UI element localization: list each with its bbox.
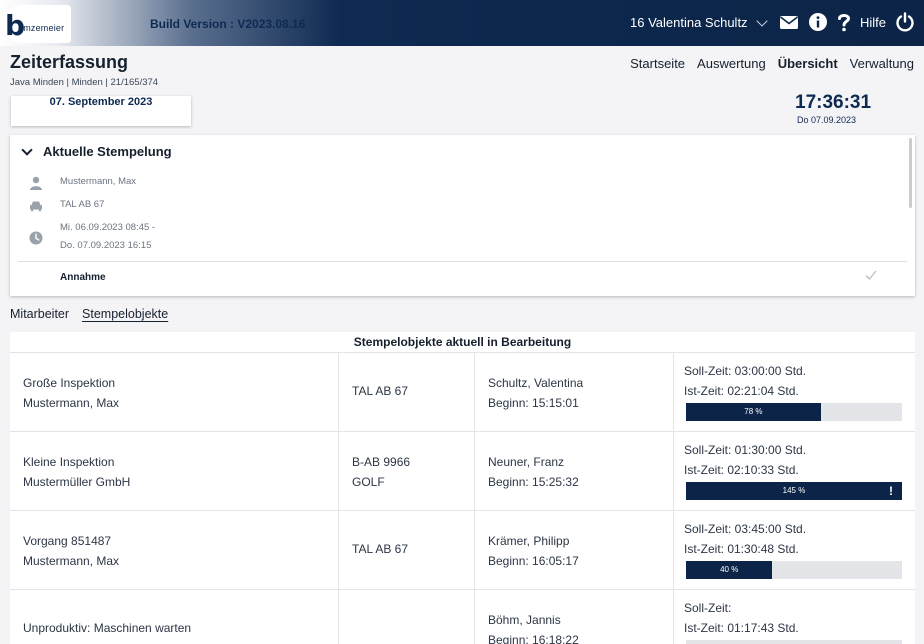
main-nav: Startseite Auswertung Übersicht Verwaltu… [630,56,914,71]
progress-bar: 145 % ! [686,482,902,500]
clock-date: Do 07.09.2023 [797,115,857,125]
info-icon[interactable] [808,12,828,32]
actual-time: Ist-Zeit: 02:10:33 Std. [684,463,799,477]
customer-name: Mustermüller GmbH [23,475,131,489]
actual-time: Ist-Zeit: 02:21:04 Std. [684,384,799,398]
date-picker[interactable]: 07. September 2023 [11,96,191,126]
user-name: 16 Valentina Schultz [630,15,748,30]
top-bar: b bmzemeier Build Version : V2023.08.16 … [0,0,924,46]
card-header[interactable]: Aktuelle Stempelung [20,143,172,159]
warning-icon: ! [889,484,893,498]
target-time: Soll-Zeit: 03:45:00 Std. [684,522,807,536]
chevron-down-icon [755,14,768,27]
page-title: Zeiterfassung [10,52,129,72]
tab-stempelobjekte[interactable]: Stempelobjekte [82,307,168,321]
tab-mitarbeiter[interactable]: Mitarbeiter [10,307,69,321]
time-cell: Soll-Zeit: 03:00:00 Std. Ist-Zeit: 02:21… [673,353,915,432]
progress-label: 145 % [782,486,806,495]
job-cell: Vorgang 851487 Mustermann, Max [10,511,338,590]
stamp-vehicle: TAL AB 67 [60,199,105,210]
table-title: Stempelobjekte aktuell in Bearbeitung [353,335,572,349]
current-stamp-card: Aktuelle Stempelung Mustermann, Max TAL … [10,135,915,296]
mail-icon[interactable] [779,12,799,32]
clock-time: 17:36:31 [795,92,872,113]
actual-time: Ist-Zeit: 01:30:48 Std. [684,542,799,556]
job-name: Unproduktiv: Maschinen warten [23,621,192,635]
help-icon[interactable] [834,12,854,32]
stamp-time-end: Do. 07.09.2023 16:15 [60,240,152,251]
worker-name: Böhm, Jannis [488,613,561,627]
job-cell: Kleine Inspektion Mustermüller GmbH [10,432,338,511]
worker-cell: Krämer, Philipp Beginn: 16:05:17 [474,511,673,590]
license-plate: TAL AB 67 [352,384,409,398]
nav-uebersicht[interactable]: Übersicht [778,56,838,71]
progress-label: 40 % [720,565,739,574]
nav-auswertung[interactable]: Auswertung [697,56,766,71]
build-version: Build Version : V2023.08.16 [150,17,306,31]
license-plate: B-AB 9966 [352,455,411,469]
time-cell: Soll-Zeit: 03:45:00 Std. Ist-Zeit: 01:30… [673,511,915,590]
worker-cell: Neuner, Franz Beginn: 15:25:32 [474,432,673,511]
progress-bar: 40 % [686,561,902,579]
nav-verwaltung[interactable]: Verwaltung [850,56,914,71]
license-plate: TAL AB 67 [352,542,409,556]
worker-name: Krämer, Philipp [488,534,570,548]
progress-label: 78 % [744,407,763,416]
stamp-objects-table: Stempelobjekte aktuell in Bearbeitung Gr… [10,332,915,644]
divider [18,261,907,262]
worker-cell: Schultz, Valentina Beginn: 15:15:01 [474,353,673,432]
table-row[interactable]: Große Inspektion Mustermann, Max TAL AB … [10,352,915,432]
vehicle-cell: TAL AB 67 [338,511,474,590]
check-icon[interactable] [865,269,877,281]
scrollbar[interactable] [909,138,912,208]
job-name: Große Inspektion [23,376,116,390]
vehicle-model: GOLF [352,475,385,489]
job-cell: Unproduktiv: Maschinen warten [10,590,338,644]
start-time: Beginn: 16:05:17 [488,554,579,568]
chevron-down-icon [21,143,33,156]
car-icon [30,201,42,212]
target-time: Soll-Zeit: 03:00:00 Std. [684,364,807,378]
target-time: Soll-Zeit: 01:30:00 Std. [684,443,807,457]
stamp-time-start: Mi. 06.09.2023 08:45 - [60,222,156,233]
job-name: Kleine Inspektion [23,455,115,469]
nav-startseite[interactable]: Startseite [630,56,685,71]
worker-name: Neuner, Franz [488,455,565,469]
vehicle-cell [338,590,474,644]
power-icon[interactable] [895,12,915,32]
user-select[interactable]: 16 Valentina Schultz [630,14,768,30]
clock-icon [29,231,43,245]
customer-name: Mustermann, Max [23,554,120,568]
job-name: Vorgang 851487 [23,534,112,548]
start-time: Beginn: 16:18:22 [488,633,579,644]
vehicle-cell: TAL AB 67 [338,353,474,432]
customer-name: Mustermann, Max [23,396,120,410]
worker-name: Schultz, Valentina [488,376,584,390]
time-cell: Soll-Zeit: 01:30:00 Std. Ist-Zeit: 02:10… [673,432,915,511]
worker-cell: Böhm, Jannis Beginn: 16:18:22 [474,590,673,644]
start-time: Beginn: 15:15:01 [488,396,579,410]
person-icon [30,176,42,190]
table-row[interactable]: Kleine Inspektion Mustermüller GmbH B-AB… [10,431,915,511]
time-cell: Soll-Zeit: Ist-Zeit: 01:17:43 Std. [673,590,915,644]
card-title: Aktuelle Stempelung [43,144,172,159]
vehicle-cell: B-AB 9966 GOLF [338,432,474,511]
start-time: Beginn: 15:25:32 [488,475,579,489]
help-label[interactable]: Hilfe [860,15,886,30]
progress-bar: 78 % [686,403,902,421]
stamp-person: Mustermann, Max [60,176,137,187]
target-time: Soll-Zeit: [684,601,732,615]
progress-bar [686,640,902,644]
location-subtitle: Java Minden | Minden | 21/165/374 [10,77,159,88]
view-tabs: Mitarbeiter Stempelobjekte [10,307,168,321]
brand-logo[interactable]: b bmzemeier [3,5,71,43]
annahme-label: Annahme [60,272,106,283]
logo-text: bmzemeier [18,23,65,33]
actual-time: Ist-Zeit: 01:17:43 Std. [684,621,799,635]
table-row[interactable]: Vorgang 851487 Mustermann, Max TAL AB 67… [10,510,915,590]
job-cell: Große Inspektion Mustermann, Max [10,353,338,432]
table-row[interactable]: Unproduktiv: Maschinen warten Böhm, Jann… [10,589,915,644]
